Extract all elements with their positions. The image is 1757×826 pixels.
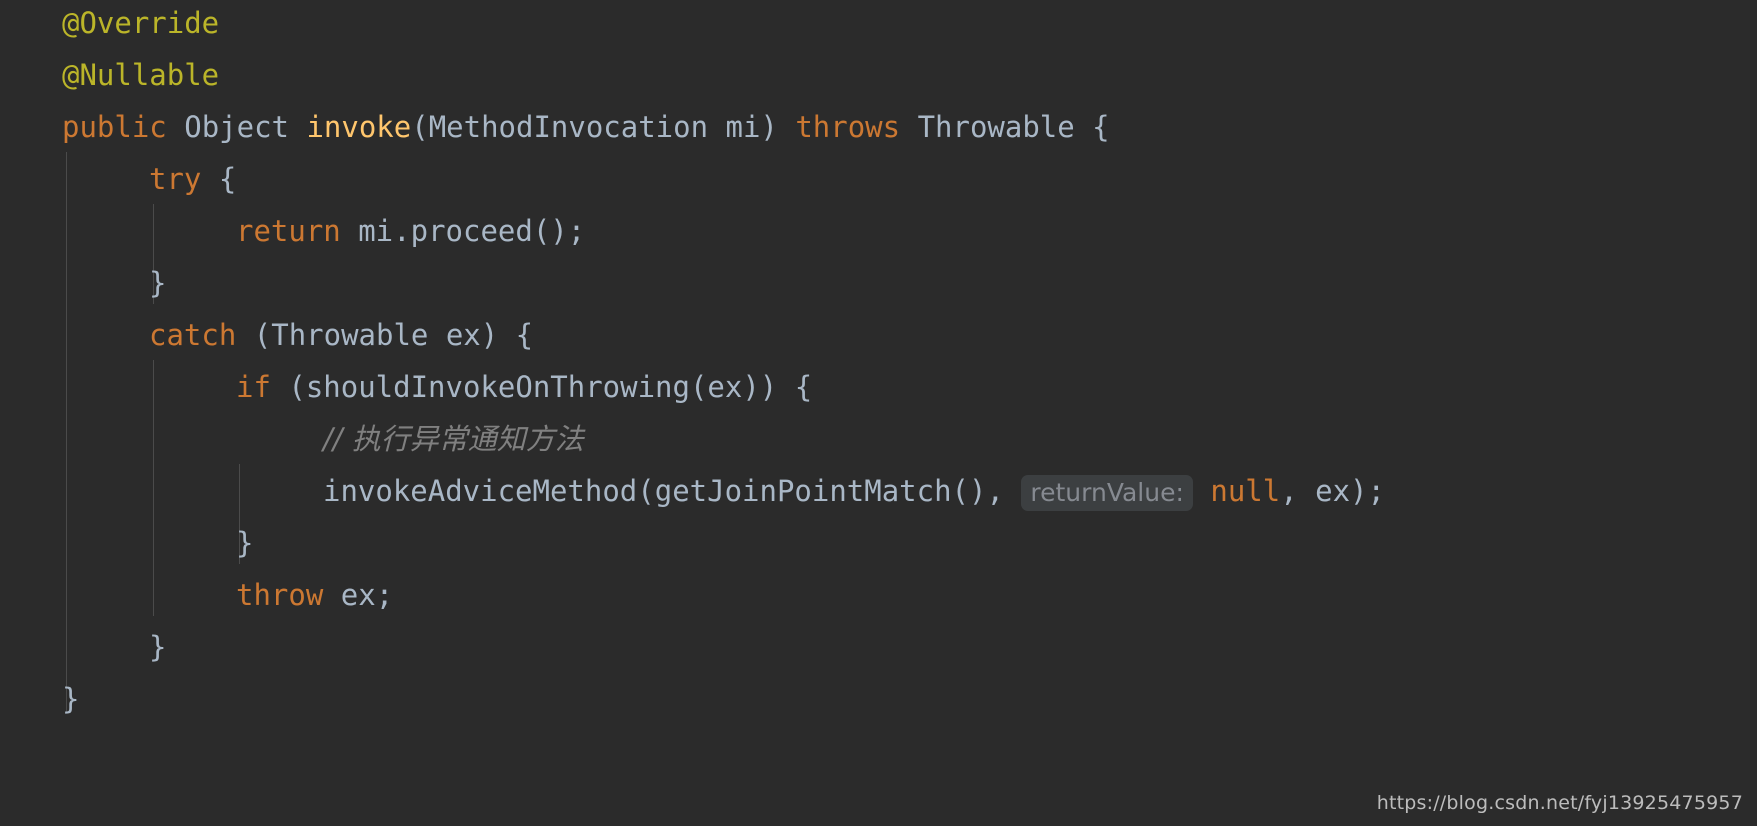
code-token-punct: } (149, 266, 167, 300)
indent-guide-level-1 (66, 152, 67, 712)
code-line[interactable]: catch (Throwable ex) { (149, 309, 533, 361)
code-token-anno: @Nullable (62, 58, 220, 92)
code-line[interactable]: // 执行异常通知方法 (323, 413, 584, 465)
code-token-punct (167, 110, 184, 144)
code-token-kw: catch (149, 318, 237, 352)
code-token-ident: invokeAdviceMethod(getJoinPointMatch(), (323, 474, 1022, 508)
code-line[interactable]: try { (149, 153, 236, 205)
code-token-anno: @Override (62, 6, 220, 40)
code-token-ident: Object (184, 110, 289, 144)
parameter-hint-badge[interactable]: returnValue: (1021, 475, 1193, 511)
indent-guide-level-2-catch (153, 360, 154, 616)
code-line[interactable]: if (shouldInvokeOnThrowing(ex)) { (236, 361, 812, 413)
code-line[interactable]: invokeAdviceMethod(getJoinPointMatch(), … (323, 465, 1385, 517)
code-line[interactable]: throw ex; (236, 569, 393, 621)
code-token-ident: Throwable { (900, 110, 1110, 144)
code-token-kw: throw (236, 578, 324, 612)
code-token-punct: { (201, 162, 237, 196)
code-line[interactable]: public Object invoke(MethodInvocation mi… (62, 101, 1110, 153)
code-token-comment: // 执行异常通知方法 (323, 422, 584, 456)
code-token-ident: mi.proceed(); (340, 214, 586, 248)
code-token-method: invoke (306, 110, 412, 144)
code-token-punct: } (236, 526, 254, 560)
code-token-ident: (MethodInvocation mi) (411, 110, 796, 144)
watermark-url: https://blog.csdn.net/fyj13925475957 (1376, 792, 1743, 814)
code-line[interactable]: } (236, 517, 253, 569)
code-token-ident: , ex); (1280, 474, 1385, 508)
code-token-ident: (shouldInvokeOnThrowing(ex)) { (270, 370, 813, 404)
code-token-kw: try (149, 162, 202, 196)
code-token-kw: public (62, 110, 167, 144)
code-token-ident: (Throwable ex) { (236, 318, 534, 352)
code-token-kw: null (1210, 474, 1281, 508)
code-line[interactable]: @Nullable (62, 49, 219, 101)
code-line[interactable]: } (149, 621, 166, 673)
code-token-kw: throws (795, 110, 901, 144)
code-token-ident: ex; (323, 578, 394, 612)
code-line[interactable]: } (62, 673, 79, 725)
code-token-kw: if (236, 370, 271, 404)
code-editor-pane[interactable]: @Override @Nullable public Object invoke(M… (0, 0, 1757, 826)
code-line[interactable]: return mi.proceed(); (236, 205, 585, 257)
code-token-punct: } (149, 630, 167, 664)
code-line[interactable]: @Override (62, 0, 219, 49)
code-token-punct (289, 110, 306, 144)
code-token-punct (1193, 474, 1210, 508)
code-line[interactable]: } (149, 257, 166, 309)
code-token-kw: return (236, 214, 341, 248)
code-token-punct: } (62, 682, 80, 716)
